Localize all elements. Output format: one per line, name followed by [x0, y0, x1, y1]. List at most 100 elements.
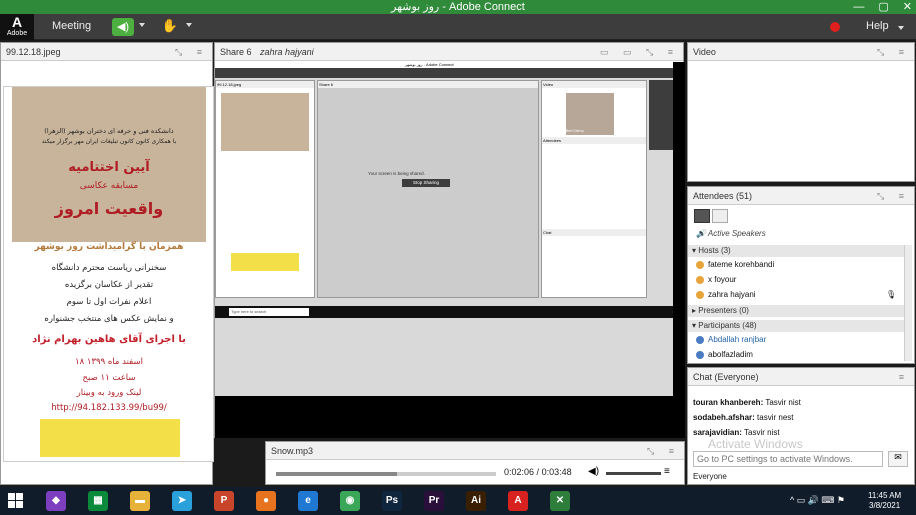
speaker-button[interactable]: ◀)	[112, 18, 134, 36]
share-pod-title: Share 6	[220, 47, 252, 57]
inner-share-pod: Share 6 Your screen is being shared. Sto…	[317, 80, 539, 298]
chat-audience-select[interactable]: Everyone	[693, 472, 727, 481]
chrome-icon[interactable]: ◉	[340, 491, 360, 511]
powerpoint-icon[interactable]: P	[214, 491, 234, 511]
audio-options-icon[interactable]: ⤡ ≡	[647, 442, 680, 460]
window-titlebar: روز بوشهر - Adobe Connect — ▢ ✕	[0, 0, 916, 14]
pod-options-icon[interactable]: ⤡ ≡	[175, 43, 208, 61]
poster-line-14: لینک ورود به وبینار	[76, 388, 142, 398]
menubar: A Adobe Meeting ◀) ✋ Help	[0, 14, 916, 40]
premiere-icon[interactable]: Pr	[424, 491, 444, 511]
photoshop-icon[interactable]: Ps	[382, 491, 402, 511]
activate-windows-watermark: Activate Windows	[708, 437, 803, 451]
video-pod-header: Video ⤡ ≡	[688, 43, 914, 61]
audio-seek-bar[interactable]	[276, 472, 496, 476]
audio-time: 0:02:06 / 0:03:48	[504, 467, 572, 477]
tray-icons[interactable]: ^ ▭ 🔊 ⌨ ⚑	[790, 495, 845, 506]
inner-taskbar: Type here to search	[215, 306, 673, 318]
hosts-section[interactable]: ▾ Hosts (3)	[688, 245, 908, 257]
share-pod: Share 6 zahra hajyani ▭ ▭ ⤡ ≡ روز بوشهر …	[214, 42, 685, 438]
attendees-count: (51)	[736, 191, 753, 201]
poster-line-11: با اجرای آقای هاهین بهرام نژاد	[32, 334, 186, 345]
chat-input[interactable]	[693, 451, 883, 467]
video-pod-title: Video	[693, 47, 716, 57]
participant-icon	[696, 335, 704, 344]
help-chevron-icon[interactable]	[898, 26, 904, 30]
share-pod-header: Share 6 zahra hajyani ▭ ▭ ⤡ ≡	[215, 43, 683, 61]
hand-icon: ✋	[161, 18, 179, 33]
send-icon: ✉	[894, 452, 902, 462]
raise-hand-button[interactable]: ✋	[160, 18, 180, 36]
visual-studio-icon[interactable]: ◆	[46, 491, 66, 511]
participant-row[interactable]: abolfazladim	[696, 350, 916, 359]
attendees-title: Attendees	[693, 191, 734, 201]
chat-message: sarajavidian: Tasvir nist	[693, 428, 780, 437]
poster-line-15: http://94.182.133.99/bu99/	[51, 403, 167, 413]
audio-menu-icon[interactable]: ≡	[664, 466, 670, 477]
meeting-menu[interactable]: Meeting	[52, 20, 91, 32]
help-menu[interactable]: Help	[866, 20, 889, 32]
host-icon	[696, 275, 704, 284]
system-clock[interactable]: 11:45 AM 3/8/2021	[868, 491, 901, 511]
store-icon[interactable]: ▦	[88, 491, 108, 511]
chat-pod-header: Chat (Everyone) ≡	[688, 368, 914, 386]
inner-menubar	[215, 68, 673, 78]
edge-icon[interactable]: e	[298, 491, 318, 511]
audio-pod-title: Snow.mp3	[271, 446, 314, 456]
attendees-options-icon[interactable]: ⤡ ≡	[877, 187, 910, 205]
window-title: روز بوشهر - Adobe Connect	[391, 1, 525, 13]
close-button[interactable]: ✕	[903, 0, 912, 14]
firefox-icon[interactable]: ●	[256, 491, 276, 511]
video-pod-options-icon[interactable]: ⤡ ≡	[877, 43, 910, 61]
inner-layouts-bar	[649, 80, 673, 150]
poster-pod-title: 99.12.18.jpeg	[6, 47, 61, 57]
inner-right-pods: Video Bert Sherry Attendees Chat	[541, 80, 647, 298]
poster-pod-header: 99.12.18.jpeg ⤡ ≡	[1, 43, 212, 61]
host-icon	[696, 260, 704, 269]
video-pod: Video ⤡ ≡	[687, 42, 915, 182]
participants-section[interactable]: ▾ Participants (48)	[688, 320, 908, 332]
chat-pod: Chat (Everyone) ≡ touran khanbereh: Tasv…	[687, 367, 915, 485]
poster-line-8: تقدیر از عکاسان برگزیده	[64, 280, 154, 290]
presenters-section[interactable]: ▸ Presenters (0)	[688, 305, 908, 317]
share-presenter: zahra hajyani	[260, 47, 314, 57]
audio-pod-header: Snow.mp3 ⤡ ≡	[266, 442, 684, 460]
chat-options-icon[interactable]: ≡	[899, 368, 910, 386]
participant-row[interactable]: Abdallah ranjbar	[696, 335, 916, 344]
adobe-connect-icon[interactable]: ✕	[550, 491, 570, 511]
status-menu-chevron-icon[interactable]	[186, 23, 192, 27]
poster-line-5: واقعیت امروز	[54, 199, 164, 218]
participant-icon	[696, 350, 704, 359]
poster-line-13: ساعت ۱۱ صبح	[82, 373, 136, 383]
minimize-button[interactable]: —	[853, 0, 864, 14]
list-view-icon[interactable]	[694, 209, 710, 223]
share-view-icons[interactable]: ▭ ▭ ⤡ ≡	[600, 43, 679, 61]
folder-icon[interactable]: ▬	[130, 491, 150, 511]
host-row[interactable]: x foyour	[696, 275, 916, 284]
poster-line-12: ۱۸ اسفند ماه ۱۳۹۹	[75, 357, 143, 367]
attendees-scrollbar[interactable]	[904, 245, 912, 361]
attendees-pod-header: Attendees (51) ⤡ ≡	[688, 187, 914, 205]
stop-sharing-button[interactable]: Stop Sharing	[402, 179, 450, 187]
poster-line-1: دانشکده فنی و حرفه ای دختران بوشهر (الزه…	[44, 127, 174, 135]
telegram-icon[interactable]: ➤	[172, 491, 192, 511]
acrobat-icon[interactable]: A	[508, 491, 528, 511]
detail-view-icon[interactable]	[712, 209, 728, 223]
poster-logos	[40, 419, 180, 457]
chat-scope: (Everyone)	[714, 372, 759, 382]
host-row[interactable]: zahra hajyani 🎙	[696, 290, 916, 299]
send-button[interactable]: ✉	[888, 451, 908, 467]
poster-line-4: مسابقه عکاسی	[79, 181, 139, 191]
speaker-menu-chevron-icon[interactable]	[139, 23, 145, 27]
volume-icon[interactable]: ◀)	[588, 466, 599, 477]
microphone-icon: 🎙	[886, 290, 897, 299]
volume-slider[interactable]	[606, 472, 661, 475]
recording-icon[interactable]	[830, 22, 840, 32]
illustrator-icon[interactable]: Ai	[466, 491, 486, 511]
adobe-logo: A Adobe	[0, 14, 34, 40]
maximize-button[interactable]: ▢	[878, 0, 888, 14]
host-row[interactable]: fateme korehbandi	[696, 260, 916, 269]
chat-title: Chat	[693, 372, 713, 382]
shared-screen: روز بوشهر - Adobe Connect 99.12.18.jpeg …	[215, 62, 685, 438]
windows-start-icon[interactable]	[8, 493, 24, 509]
